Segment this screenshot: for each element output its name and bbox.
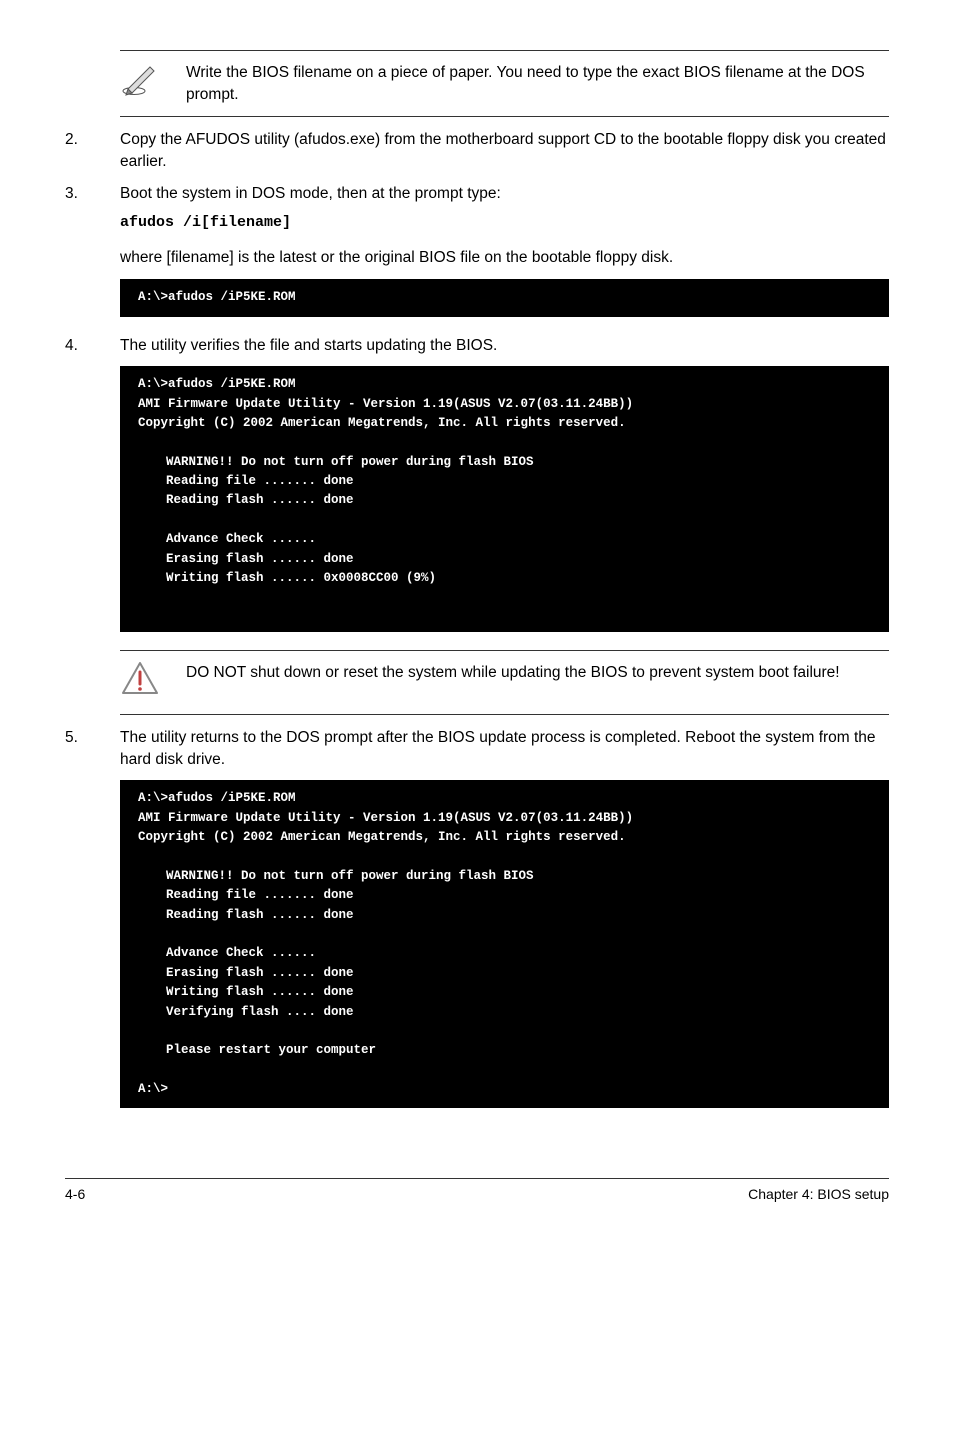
step-4: 4. The utility verifies the file and sta… bbox=[65, 335, 889, 357]
warning-text: DO NOT shut down or reset the system whi… bbox=[178, 657, 840, 689]
warning-block: DO NOT shut down or reset the system whi… bbox=[120, 650, 889, 715]
note-block: Write the BIOS filename on a piece of pa… bbox=[120, 50, 889, 117]
step-number: 4. bbox=[65, 335, 120, 357]
step-number: 5. bbox=[65, 727, 120, 770]
step-number: 2. bbox=[65, 129, 120, 172]
step-text: The utility returns to the DOS prompt af… bbox=[120, 727, 889, 770]
step-text: Boot the system in DOS mode, then at the… bbox=[120, 183, 889, 205]
terminal-output-1: A:\>afudos /iP5KE.ROM bbox=[120, 279, 889, 316]
step-5: 5. The utility returns to the DOS prompt… bbox=[65, 727, 889, 770]
step-3: 3. Boot the system in DOS mode, then at … bbox=[65, 183, 889, 269]
step-2: 2. Copy the AFUDOS utility (afudos.exe) … bbox=[65, 129, 889, 172]
pencil-icon bbox=[120, 57, 178, 108]
warning-icon bbox=[120, 657, 178, 708]
terminal-output-2: A:\>afudos /iP5KE.ROM AMI Firmware Updat… bbox=[120, 366, 889, 632]
step-text: The utility verifies the file and starts… bbox=[120, 335, 889, 357]
note-text: Write the BIOS filename on a piece of pa… bbox=[178, 57, 889, 110]
step-number: 3. bbox=[65, 183, 120, 269]
inline-command: afudos /i[filename] bbox=[120, 212, 889, 233]
step-subtext: where [filename] is the latest or the or… bbox=[120, 247, 889, 269]
step-text: Copy the AFUDOS utility (afudos.exe) fro… bbox=[120, 129, 889, 172]
page-number: 4-6 bbox=[65, 1185, 85, 1205]
chapter-title: Chapter 4: BIOS setup bbox=[748, 1185, 889, 1205]
page-footer: 4-6 Chapter 4: BIOS setup bbox=[65, 1178, 889, 1205]
terminal-output-3: A:\>afudos /iP5KE.ROM AMI Firmware Updat… bbox=[120, 780, 889, 1108]
